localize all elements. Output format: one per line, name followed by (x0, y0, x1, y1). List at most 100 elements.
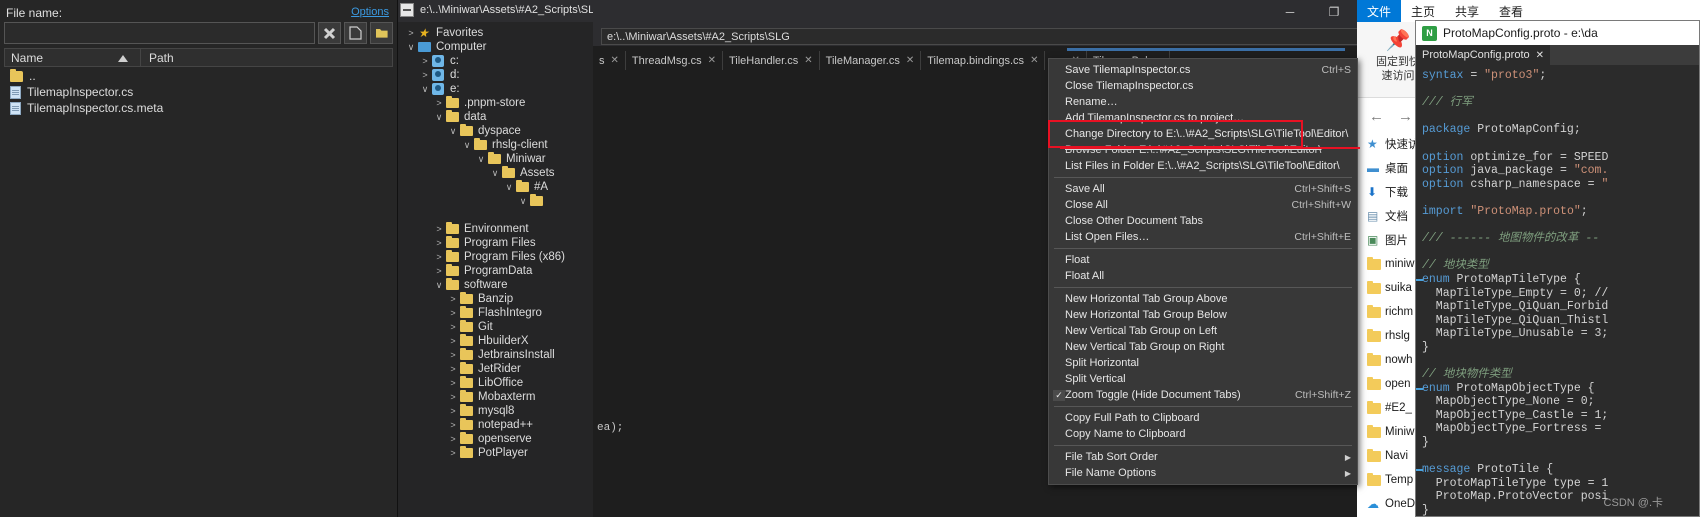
new-file-button[interactable] (344, 22, 367, 44)
menu-item[interactable]: Copy Full Path to Clipboard (1049, 410, 1357, 426)
folder-button[interactable] (370, 22, 393, 44)
menu-item[interactable]: Split Vertical (1049, 371, 1357, 387)
editor-path-bar[interactable]: e:\..\Miniwar\Assets\#A2_Scripts\SLG ▼ (601, 28, 1380, 45)
menu-item[interactable]: Close All Ctrl+Shift+W (1049, 197, 1357, 213)
list-item[interactable]: TilemapInspector.cs.meta (4, 100, 393, 116)
tree-node[interactable]: ∨ (398, 194, 593, 208)
ribbon-tab[interactable]: 主页 (1401, 0, 1445, 22)
minimize-button[interactable]: ─ (1268, 0, 1312, 24)
tree-twisty-icon[interactable]: > (446, 294, 460, 304)
menu-item[interactable]: Browse Folder E:\..\#A2_Scripts\SLG\Tile… (1049, 142, 1357, 158)
tree-twisty-icon[interactable]: ∨ (488, 168, 502, 179)
tree-twisty-icon[interactable]: > (446, 364, 460, 374)
menu-item[interactable]: Float All (1049, 268, 1357, 284)
notepad-tabbar[interactable]: ProtoMapConfig.proto ✕ (1416, 45, 1699, 65)
close-icon[interactable]: ✕ (804, 55, 812, 66)
tree-node[interactable]: ∨ rhslg-client (398, 138, 593, 152)
tree-twisty-icon[interactable]: > (432, 98, 446, 108)
tree-twisty-icon[interactable]: > (404, 28, 418, 38)
tree-node[interactable]: > mysql8 (398, 404, 593, 418)
tree-twisty-icon[interactable]: > (432, 238, 446, 248)
document-tab[interactable]: s ✕ (593, 51, 626, 70)
tree-twisty-icon[interactable]: ∨ (432, 280, 446, 291)
tree-node[interactable]: > openserve (398, 432, 593, 446)
tree-twisty-icon[interactable]: ∨ (474, 154, 488, 165)
close-icon[interactable]: ✕ (1536, 50, 1544, 61)
menu-item[interactable]: Close Other Document Tabs (1049, 213, 1357, 229)
list-item[interactable]: .. (4, 68, 393, 84)
tree-twisty-icon[interactable]: ∨ (502, 182, 516, 193)
tree-node[interactable]: > c: (398, 54, 593, 68)
tree-twisty-icon[interactable]: > (446, 350, 460, 360)
fold-marker-icon[interactable] (1416, 469, 1423, 472)
document-tab[interactable]: ThreadMsg.cs ✕ (626, 51, 723, 70)
menu-item[interactable]: ✓ Zoom Toggle (Hide Document Tabs) Ctrl+Sh… (1049, 387, 1357, 403)
file-name-input[interactable] (4, 22, 315, 44)
tree-node[interactable]: > LibOffice (398, 376, 593, 390)
menu-item[interactable]: New Horizontal Tab Group Above (1049, 291, 1357, 307)
fold-marker-icon[interactable] (1416, 387, 1423, 390)
tree-twisty-icon[interactable]: ∨ (460, 140, 474, 151)
tree-node[interactable]: ∨ #A (398, 180, 593, 194)
menu-item[interactable]: Rename… (1049, 94, 1357, 110)
menu-item[interactable]: List Files in Folder E:\..\#A2_Scripts\S… (1049, 158, 1357, 174)
menu-item[interactable]: New Vertical Tab Group on Right (1049, 339, 1357, 355)
tree-node[interactable]: ∨ Computer (398, 40, 593, 54)
close-icon[interactable]: ✕ (611, 55, 619, 66)
notepad-tab[interactable]: ProtoMapConfig.proto ✕ (1416, 45, 1551, 65)
tree-twisty-icon[interactable]: ∨ (446, 126, 460, 137)
menu-item[interactable]: Add TilemapInspector.cs to project… (1049, 110, 1357, 126)
menu-item[interactable]: File Tab Sort Order ▶ (1049, 449, 1357, 465)
options-link[interactable]: Options (351, 6, 389, 18)
tree-twisty-icon[interactable]: > (418, 56, 432, 66)
tree-node[interactable]: ∨ Assets (398, 166, 593, 180)
menu-item[interactable]: Close TilemapInspector.cs (1049, 78, 1357, 94)
tree-node[interactable]: ∨ dyspace (398, 124, 593, 138)
menu-item[interactable]: Save TilemapInspector.cs Ctrl+S (1049, 62, 1357, 78)
menu-item[interactable]: File Name Options ▶ (1049, 465, 1357, 481)
tree-twisty-icon[interactable]: > (446, 448, 460, 458)
tree-node[interactable]: > Environment (398, 222, 593, 236)
ribbon-tabs[interactable]: 文件 主页 共享 查看 (1357, 0, 1533, 22)
document-tab[interactable]: TileManager.cs ✕ (820, 51, 922, 70)
menu-item[interactable]: Change Directory to E:\..\#A2_Scripts\SL… (1049, 126, 1357, 142)
tree-twisty-icon[interactable]: ∨ (432, 112, 446, 123)
tree-node[interactable]: ∨ data (398, 110, 593, 124)
clear-button[interactable] (318, 22, 341, 44)
fold-marker-icon[interactable] (1416, 278, 1423, 281)
menu-item[interactable]: Copy Name to Clipboard (1049, 426, 1357, 442)
tree-node[interactable]: ∨ software (398, 278, 593, 292)
notepad-code-content[interactable]: syntax = "proto3"; /// 行军 package ProtoM… (1416, 65, 1699, 516)
close-icon[interactable]: ✕ (1030, 55, 1038, 66)
tree-node[interactable]: > Program Files (x86) (398, 250, 593, 264)
menu-item[interactable]: Float (1049, 252, 1357, 268)
tree-node[interactable]: > PotPlayer (398, 446, 593, 460)
close-icon[interactable]: ✕ (906, 55, 914, 66)
tree-twisty-icon[interactable]: > (446, 434, 460, 444)
tree-twisty-icon[interactable]: ∨ (404, 42, 418, 53)
tree-node[interactable]: > ★ Favorites (398, 26, 593, 40)
tab-context-menu[interactable]: Save TilemapInspector.cs Ctrl+S Close Tile… (1048, 58, 1358, 485)
tree-twisty-icon[interactable]: > (418, 70, 432, 80)
column-header-path[interactable]: Path (140, 49, 392, 66)
tree-node[interactable]: ∨ Miniwar (398, 152, 593, 166)
tree-node[interactable]: > Banzip (398, 292, 593, 306)
tree-node[interactable]: > .pnpm-store (398, 96, 593, 110)
menu-item[interactable]: New Vertical Tab Group on Left (1049, 323, 1357, 339)
tree-node[interactable]: > JetRider (398, 362, 593, 376)
ribbon-tab[interactable]: 共享 (1445, 0, 1489, 22)
tree-twisty-icon[interactable]: > (446, 392, 460, 402)
tree-node[interactable]: > Git (398, 320, 593, 334)
tree-node[interactable]: > Mobaxterm (398, 390, 593, 404)
tree-node[interactable] (398, 208, 593, 222)
menu-item[interactable]: Split Horizontal (1049, 355, 1357, 371)
tree-twisty-icon[interactable]: > (446, 406, 460, 416)
tree-node[interactable]: > d: (398, 68, 593, 82)
tree-node[interactable]: > notepad++ (398, 418, 593, 432)
tree-node[interactable]: ∨ e: (398, 82, 593, 96)
tree-node[interactable]: > Program Files (398, 236, 593, 250)
tree-node[interactable]: > JetbrainsInstall (398, 348, 593, 362)
forward-button[interactable]: → (1398, 108, 1413, 125)
maximize-button[interactable]: ❐ (1312, 0, 1356, 24)
menu-item[interactable]: New Horizontal Tab Group Below (1049, 307, 1357, 323)
